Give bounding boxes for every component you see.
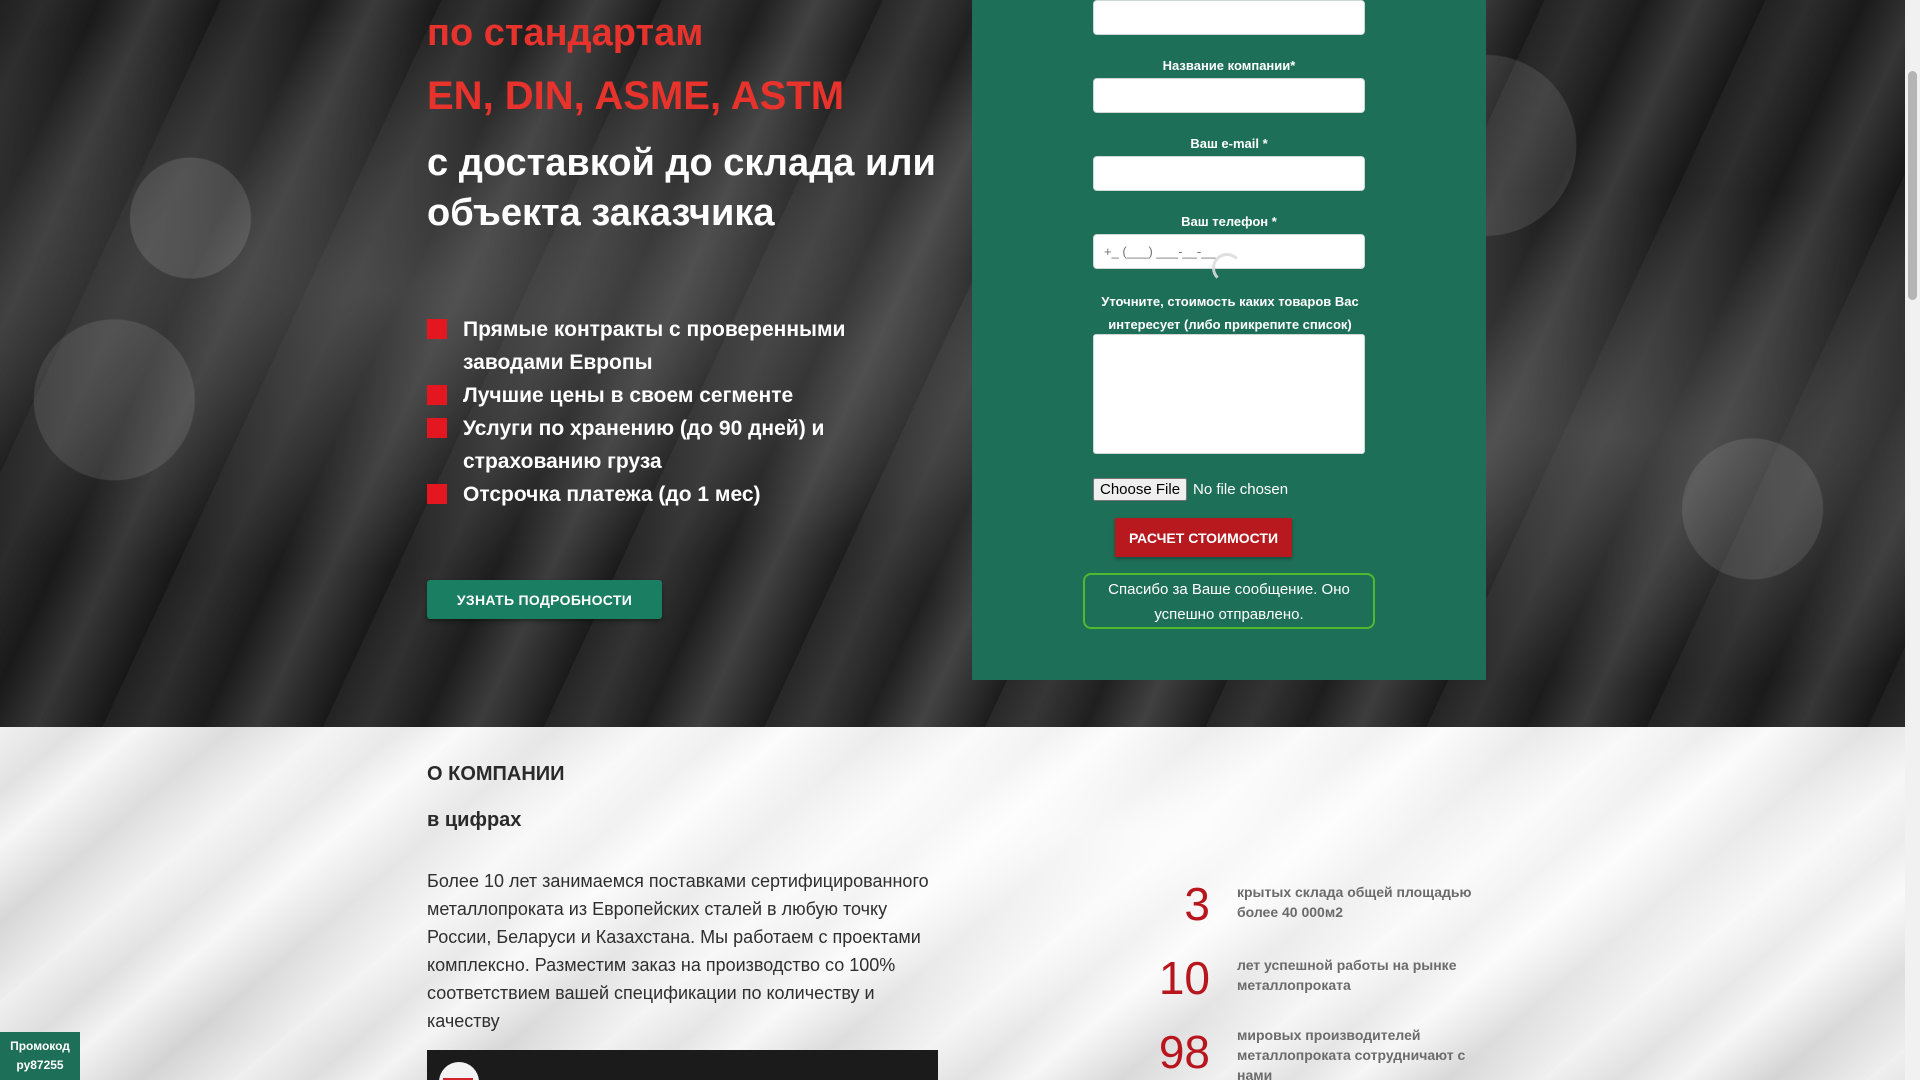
benefit-text: Услуги по хранению (до 90 дней) и страхо… <box>463 417 825 473</box>
goods-textarea[interactable] <box>1093 334 1365 454</box>
about-section: О КОМПАНИИ в цифрах Более 10 лет занимае… <box>0 727 1905 1080</box>
email-label: Ваш e-mail * <box>1190 136 1268 151</box>
phone-label: Ваш телефон * <box>1181 214 1277 229</box>
page-scrollbar[interactable] <box>1905 0 1920 1080</box>
file-status-text: No file chosen <box>1193 481 1289 498</box>
benefits-list: Прямые контракты с проверенными заводами… <box>427 313 907 511</box>
company-video[interactable] <box>427 1050 938 1080</box>
benefit-text: Отсрочка платежа (до 1 мес) <box>463 483 761 506</box>
learn-more-button[interactable]: УЗНАТЬ ПОДРОБНОСТИ <box>427 580 662 619</box>
promo-label: Промокод <box>10 1039 70 1053</box>
channel-logo-icon <box>439 1062 479 1080</box>
hero-headline-standards-list: EN, DIN, ASME, ASTM <box>427 74 845 118</box>
calculate-cost-button[interactable]: РАСЧЕТ СТОИМОСТИ <box>1115 518 1292 557</box>
about-title: О КОМПАНИИ <box>427 763 565 785</box>
stat-description: мировых производителей металлопроката со… <box>1237 1027 1466 1080</box>
stat-description: крытых склада общей площадью более 40 00… <box>1237 884 1472 920</box>
about-text: Более 10 лет занимаемся поставками серти… <box>427 871 929 1031</box>
stat-value: 3 <box>1184 878 1210 930</box>
scrollbar-thumb[interactable] <box>1908 71 1917 300</box>
company-label: Название компании* <box>1162 58 1296 73</box>
red-square-bullet-icon <box>427 484 447 504</box>
red-square-bullet-icon <box>427 319 447 339</box>
name-field[interactable] <box>1093 0 1365 35</box>
promo-badge[interactable]: Промокод ру87255 <box>0 1032 80 1080</box>
stat-value: 98 <box>1158 1026 1210 1078</box>
benefit-item: Услуги по хранению (до 90 дней) и страхо… <box>427 412 907 478</box>
about-subtitle: в цифрах <box>427 809 522 831</box>
file-upload: Choose File No file chosen <box>1093 478 1288 501</box>
hero-headline-standards: по стандартам <box>427 12 704 54</box>
hero-headline-delivery: с доставкой до склада или объекта заказч… <box>427 142 936 234</box>
stat-description: лет успешной работы на рынке металлопрок… <box>1237 957 1457 993</box>
goods-label: Уточните, стоимость каких товаров Вас ин… <box>1101 294 1359 332</box>
benefit-text: Лучшие цены в своем сегменте <box>463 384 794 407</box>
success-message: Спасибо за Ваше сообщение. Оно успешно о… <box>1083 573 1375 629</box>
quote-form: Название компании* Ваш e-mail * Ваш теле… <box>972 0 1486 680</box>
company-field[interactable] <box>1093 78 1365 113</box>
benefit-item: Прямые контракты с проверенными заводами… <box>427 313 907 379</box>
hero-section: по стандартам EN, DIN, ASME, ASTM с дост… <box>0 0 1905 727</box>
promo-code: ру87255 <box>16 1058 64 1072</box>
loading-spinner-icon <box>1212 253 1242 283</box>
email-field[interactable] <box>1093 156 1365 191</box>
benefit-item: Отсрочка платежа (до 1 мес) <box>427 478 907 511</box>
red-square-bullet-icon <box>427 385 447 405</box>
stat-value: 10 <box>1158 952 1210 1004</box>
benefit-item: Лучшие цены в своем сегменте <box>427 379 907 412</box>
benefit-text: Прямые контракты с проверенными заводами… <box>463 318 846 374</box>
choose-file-button[interactable]: Choose File <box>1093 478 1188 501</box>
red-square-bullet-icon <box>427 418 447 438</box>
